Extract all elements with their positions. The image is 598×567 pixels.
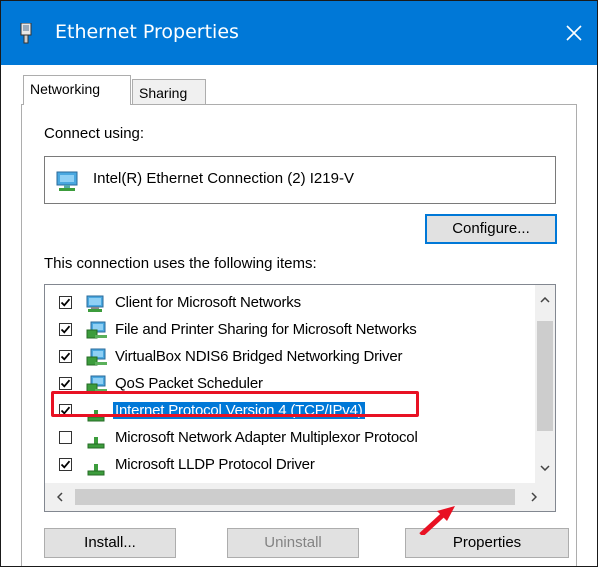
- adapter-box: Intel(R) Ethernet Connection (2) I219-V: [44, 156, 556, 204]
- title-bar[interactable]: Ethernet Properties: [1, 1, 597, 65]
- uninstall-button[interactable]: Uninstall: [227, 528, 359, 558]
- scroll-left-icon[interactable]: [53, 490, 67, 504]
- scroll-right-icon[interactable]: [527, 490, 541, 504]
- vertical-scroll-thumb[interactable]: [537, 321, 553, 431]
- checkmark-icon: [60, 298, 71, 307]
- pointer-arrow-icon: [419, 506, 455, 535]
- checkmark-icon: [60, 352, 71, 361]
- configure-button[interactable]: Configure...: [425, 214, 557, 244]
- list-item[interactable]: Microsoft LLDP Protocol Driver: [45, 454, 535, 480]
- network-service-icon: [85, 348, 109, 374]
- item-label: QoS Packet Scheduler: [115, 375, 263, 392]
- close-button[interactable]: [551, 1, 597, 65]
- item-label: Microsoft LLDP Protocol Driver: [115, 456, 315, 473]
- item-checkbox[interactable]: [59, 323, 72, 336]
- item-label: Client for Microsoft Networks: [115, 294, 301, 311]
- list-item[interactable]: VirtualBox NDIS6 Bridged Networking Driv…: [45, 346, 535, 372]
- item-checkbox[interactable]: [59, 377, 72, 390]
- item-checkbox[interactable]: [59, 458, 72, 471]
- checkmark-icon: [60, 460, 71, 469]
- adapter-name: Intel(R) Ethernet Connection (2) I219-V: [93, 170, 354, 187]
- networking-panel: Connect using: Intel(R) Ethernet Connect…: [21, 104, 577, 566]
- item-label: File and Printer Sharing for Microsoft N…: [115, 321, 417, 338]
- vertical-scrollbar[interactable]: [535, 285, 555, 483]
- protocol-icon: [85, 429, 109, 455]
- tab-sharing[interactable]: Sharing: [132, 79, 206, 105]
- item-label: Microsoft Network Adapter Multiplexor Pr…: [115, 429, 418, 446]
- item-checkbox[interactable]: [59, 296, 72, 309]
- tab-networking[interactable]: Networking: [23, 75, 131, 105]
- network-client-icon: [85, 294, 109, 320]
- protocol-icon: [85, 456, 109, 482]
- network-adapter-icon: [56, 171, 78, 191]
- items-label: This connection uses the following items…: [44, 255, 317, 272]
- connect-using-label: Connect using:: [44, 125, 145, 142]
- window-title: Ethernet Properties: [55, 21, 239, 43]
- dialog-client: Networking Sharing Connect using: Intel(…: [1, 65, 597, 566]
- checkmark-icon: [60, 325, 71, 334]
- list-item[interactable]: File and Printer Sharing for Microsoft N…: [45, 319, 535, 345]
- network-adapter-icon: [20, 23, 32, 44]
- list-item[interactable]: Microsoft Network Adapter Multiplexor Pr…: [45, 427, 535, 453]
- highlight-annotation: [51, 391, 419, 417]
- network-service-icon: [85, 321, 109, 347]
- item-checkbox[interactable]: [59, 431, 72, 444]
- install-button[interactable]: Install...: [44, 528, 176, 558]
- scroll-up-icon[interactable]: [538, 293, 552, 307]
- horizontal-scrollbar[interactable]: [45, 483, 555, 511]
- list-item[interactable]: Client for Microsoft Networks: [45, 292, 535, 318]
- ethernet-properties-dialog: Ethernet Properties Networking Sharing C…: [0, 0, 598, 567]
- horizontal-scroll-thumb[interactable]: [75, 489, 515, 505]
- checkmark-icon: [60, 379, 71, 388]
- item-label: VirtualBox NDIS6 Bridged Networking Driv…: [115, 348, 403, 365]
- item-checkbox[interactable]: [59, 350, 72, 363]
- scroll-down-icon[interactable]: [538, 461, 552, 475]
- items-list[interactable]: Client for Microsoft Networks File and Pr…: [44, 284, 556, 512]
- close-icon: [566, 25, 582, 41]
